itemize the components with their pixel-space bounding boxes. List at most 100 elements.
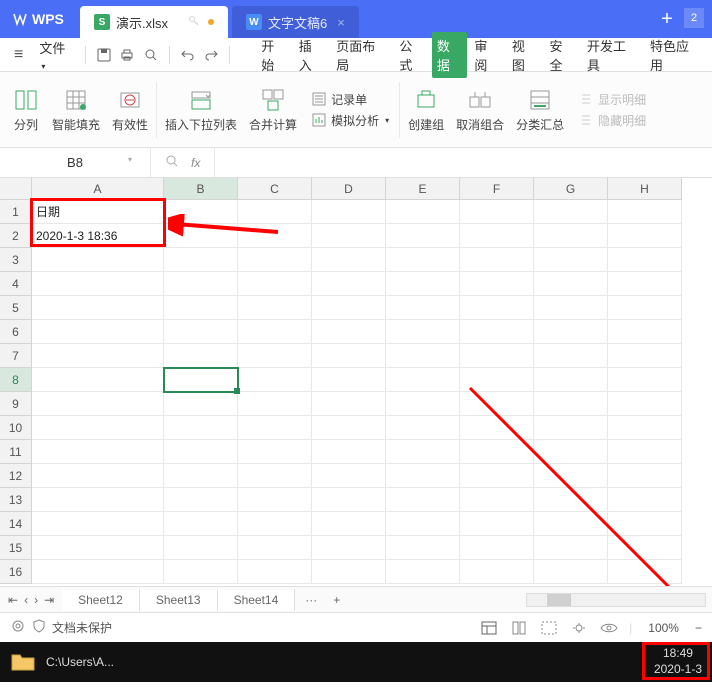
tab-review[interactable]: 审阅 [469,32,505,78]
cell[interactable] [386,344,460,368]
name-box[interactable]: B8 [0,155,150,170]
cell[interactable] [238,440,312,464]
cell[interactable] [238,224,312,248]
cell[interactable] [460,272,534,296]
cell[interactable] [534,416,608,440]
row-header[interactable]: 16 [0,560,32,584]
cell[interactable] [608,560,682,584]
tab-security[interactable]: 安全 [544,32,580,78]
cell[interactable] [386,368,460,392]
row-header[interactable]: 7 [0,344,32,368]
cell[interactable] [460,464,534,488]
cell[interactable] [386,464,460,488]
cell[interactable] [460,296,534,320]
cell[interactable] [534,392,608,416]
cell[interactable] [312,224,386,248]
cell[interactable] [460,248,534,272]
cell[interactable] [164,512,238,536]
cell[interactable] [386,248,460,272]
view-normal-button[interactable] [479,619,499,637]
save-button[interactable] [92,43,116,67]
cell[interactable] [164,368,238,392]
taskbar-path[interactable]: C:\Users\A... [46,655,114,669]
cell[interactable] [164,416,238,440]
cell[interactable] [238,512,312,536]
cell[interactable] [608,224,682,248]
column-header[interactable]: B [164,178,238,200]
cell[interactable] [534,464,608,488]
row-header[interactable]: 10 [0,416,32,440]
cell[interactable] [534,320,608,344]
what-if-button[interactable]: 模拟分析▾ [311,112,389,129]
preview-button[interactable] [139,43,163,67]
cell[interactable] [386,200,460,224]
settings-icon[interactable] [10,618,26,637]
tab-inactive-file[interactable]: W 文字文稿6 × [232,6,359,38]
print-button[interactable] [116,43,140,67]
cell[interactable] [238,296,312,320]
cell[interactable] [460,368,534,392]
reading-mode-button[interactable] [569,619,589,637]
cell[interactable] [460,488,534,512]
cell[interactable] [460,320,534,344]
cell[interactable] [32,392,164,416]
tab-active-file[interactable]: S 演示.xlsx [80,6,228,38]
tab-pagelayout[interactable]: 页面布局 [331,32,392,78]
cell[interactable] [164,200,238,224]
cell[interactable]: 日期 [32,200,164,224]
cell[interactable] [238,392,312,416]
row-header[interactable]: 14 [0,512,32,536]
cell[interactable] [312,248,386,272]
cell[interactable] [32,512,164,536]
sheet-next-button[interactable]: › [34,593,38,607]
cell[interactable] [164,320,238,344]
row-header[interactable]: 8 [0,368,32,392]
cell[interactable] [32,440,164,464]
cell[interactable] [238,464,312,488]
row-header[interactable]: 11 [0,440,32,464]
cell[interactable] [164,224,238,248]
group-button[interactable]: 创建组 [404,86,448,133]
sheet-last-button[interactable]: ⇥ [44,593,54,607]
cell[interactable] [32,248,164,272]
cell[interactable] [312,464,386,488]
tab-special[interactable]: 特色应用 [645,32,706,78]
zoom-out-button[interactable]: − [695,621,702,635]
cell[interactable] [534,296,608,320]
cell[interactable] [534,200,608,224]
cell[interactable] [32,536,164,560]
cell[interactable] [312,416,386,440]
cell[interactable] [238,560,312,584]
cell[interactable] [534,368,608,392]
cell[interactable] [460,512,534,536]
cell[interactable] [608,536,682,560]
close-icon[interactable]: × [337,15,345,30]
text-to-columns-button[interactable]: 分列 [8,86,44,133]
column-header[interactable]: H [608,178,682,200]
cell[interactable] [32,488,164,512]
fx-search-icon[interactable] [165,154,179,171]
cell[interactable] [312,344,386,368]
undo-button[interactable] [176,43,200,67]
cell[interactable] [608,200,682,224]
titlebar-badge[interactable]: 2 [684,8,704,28]
cell[interactable] [238,200,312,224]
redo-button[interactable] [200,43,224,67]
column-header[interactable]: C [238,178,312,200]
file-menu[interactable]: 文件 [31,38,79,72]
cell[interactable] [460,440,534,464]
cell[interactable] [386,440,460,464]
cell[interactable] [164,560,238,584]
subtotal-button[interactable]: 分类汇总 [512,86,568,133]
cell[interactable] [32,416,164,440]
cell[interactable] [608,368,682,392]
cell[interactable] [312,368,386,392]
column-header[interactable]: G [534,178,608,200]
cell[interactable] [32,344,164,368]
cell[interactable] [608,464,682,488]
cell[interactable] [460,344,534,368]
cell[interactable] [312,560,386,584]
column-header[interactable]: A [32,178,164,200]
cell[interactable] [386,320,460,344]
column-header[interactable]: E [386,178,460,200]
